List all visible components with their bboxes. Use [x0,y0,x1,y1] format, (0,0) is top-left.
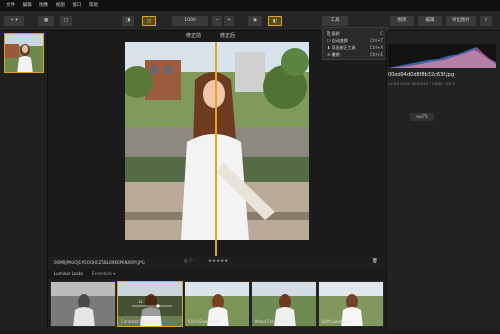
share-icon[interactable]: ⇧ [480,16,492,26]
filmstrip [0,31,48,330]
single-view-button[interactable]: ▢ [60,16,72,26]
look-item[interactable]: Vivid Essentials [184,281,250,327]
compare-toggle-button[interactable]: ◨ [122,16,134,26]
filename-bar: 00MRJPAUOJ1YOOOHCZ5BLO0K6P6NXRPI.JPG ◇ ♡… [48,257,386,269]
edit-tab[interactable]: 编辑 [418,16,442,26]
info-filename: 00ed94d0d8f8b32c63f.jpg [388,72,454,78]
menu-image[interactable]: 图像 [39,0,48,11]
info-meta: 12,09 2016 16:24:25 · 1/640 · f/2.2 [388,81,455,86]
tools-dropdown-menu: ⎘ 复制 C ☐ 自动变换 Ctrl+T ⬇ 导出修正工具 Ctrl+A ⟲ 撤… [322,27,388,60]
compare-icon[interactable]: ◧ [268,16,282,26]
after-label: 修正后 [220,33,236,39]
split-view-button[interactable]: ◫ [142,16,156,26]
look-item-selected[interactable]: 12 Contrast Enhancer [117,281,183,327]
add-photo-button[interactable]: + ▾ [4,16,24,26]
menu-window[interactable]: 窗口 [72,0,81,11]
zoom-field[interactable]: 1000 [172,16,208,26]
before-label: 修正前 [186,33,202,39]
menu-item-copy[interactable]: ⎘ 复制 [327,31,339,37]
menu-help[interactable]: 帮助 [89,0,98,11]
looks-bar: Luminar Looks Essentials ▾ [48,269,386,279]
look-item[interactable] [50,281,116,327]
menu-item-undo[interactable]: ⟲ 撤销 [327,52,340,58]
shortcut-export-tools: Ctrl+A [369,45,383,50]
menu-item-export-tools[interactable]: ⬇ 导出修正工具 [327,45,356,51]
essentials-dropdown[interactable]: Essentials ▾ [92,271,115,276]
exposure-badge[interactable]: ev/75 [410,113,434,121]
photo-filename: 00MRJPAUOJ1YOOOHCZ5BLO0K6P6NXRPI.JPG [54,260,145,265]
menu-file[interactable]: 文件 [6,0,15,11]
looks-tab[interactable]: Luminar Looks [54,271,83,276]
menubar: 文件 编辑 图像 视图 窗口 帮助 [0,0,500,11]
trash-icon[interactable]: 🗑 [372,259,378,264]
photo-thumbnail[interactable] [4,33,44,73]
menu-edit[interactable]: 编辑 [23,0,32,11]
histogram [388,44,496,68]
main-photo[interactable] [125,42,309,240]
flag-icon[interactable]: ◇ ♡ [184,259,193,264]
shortcut-undo: Ctrl+E [370,52,383,57]
looks-strip: 12 Contrast Enhancer Vivid Essentials Mo… [48,279,386,330]
toolbar: + ▾ ▦ ▢ ◨ ◫ 1000 − + ◉ ◧ 工具 图库 编辑 导出图片 ⇧ [0,11,500,31]
library-tab[interactable]: 图库 [390,16,414,26]
shortcut-auto-transform: Ctrl+T [370,38,383,43]
look-item[interactable]: Mood Enhancer [251,281,317,327]
zoom-out-button[interactable]: − [212,16,222,26]
rating-stars[interactable]: ★★★★★ [208,259,228,264]
grid-view-button[interactable]: ▦ [38,16,54,26]
shortcut-copy: C [380,31,383,36]
menu-view[interactable]: 视图 [56,0,65,11]
split-divider-handle[interactable] [215,42,217,256]
tools-menu-button[interactable]: 工具 [322,16,348,26]
look-amount-value: 12 [138,300,143,304]
look-item[interactable]: Soft Landscape [318,281,384,327]
menu-item-auto-transform[interactable]: ☐ 自动变换 [327,38,348,44]
export-tab[interactable]: 导出图片 [446,16,476,26]
zoom-in-button[interactable]: + [224,16,234,26]
eye-icon[interactable]: ◉ [248,16,262,26]
